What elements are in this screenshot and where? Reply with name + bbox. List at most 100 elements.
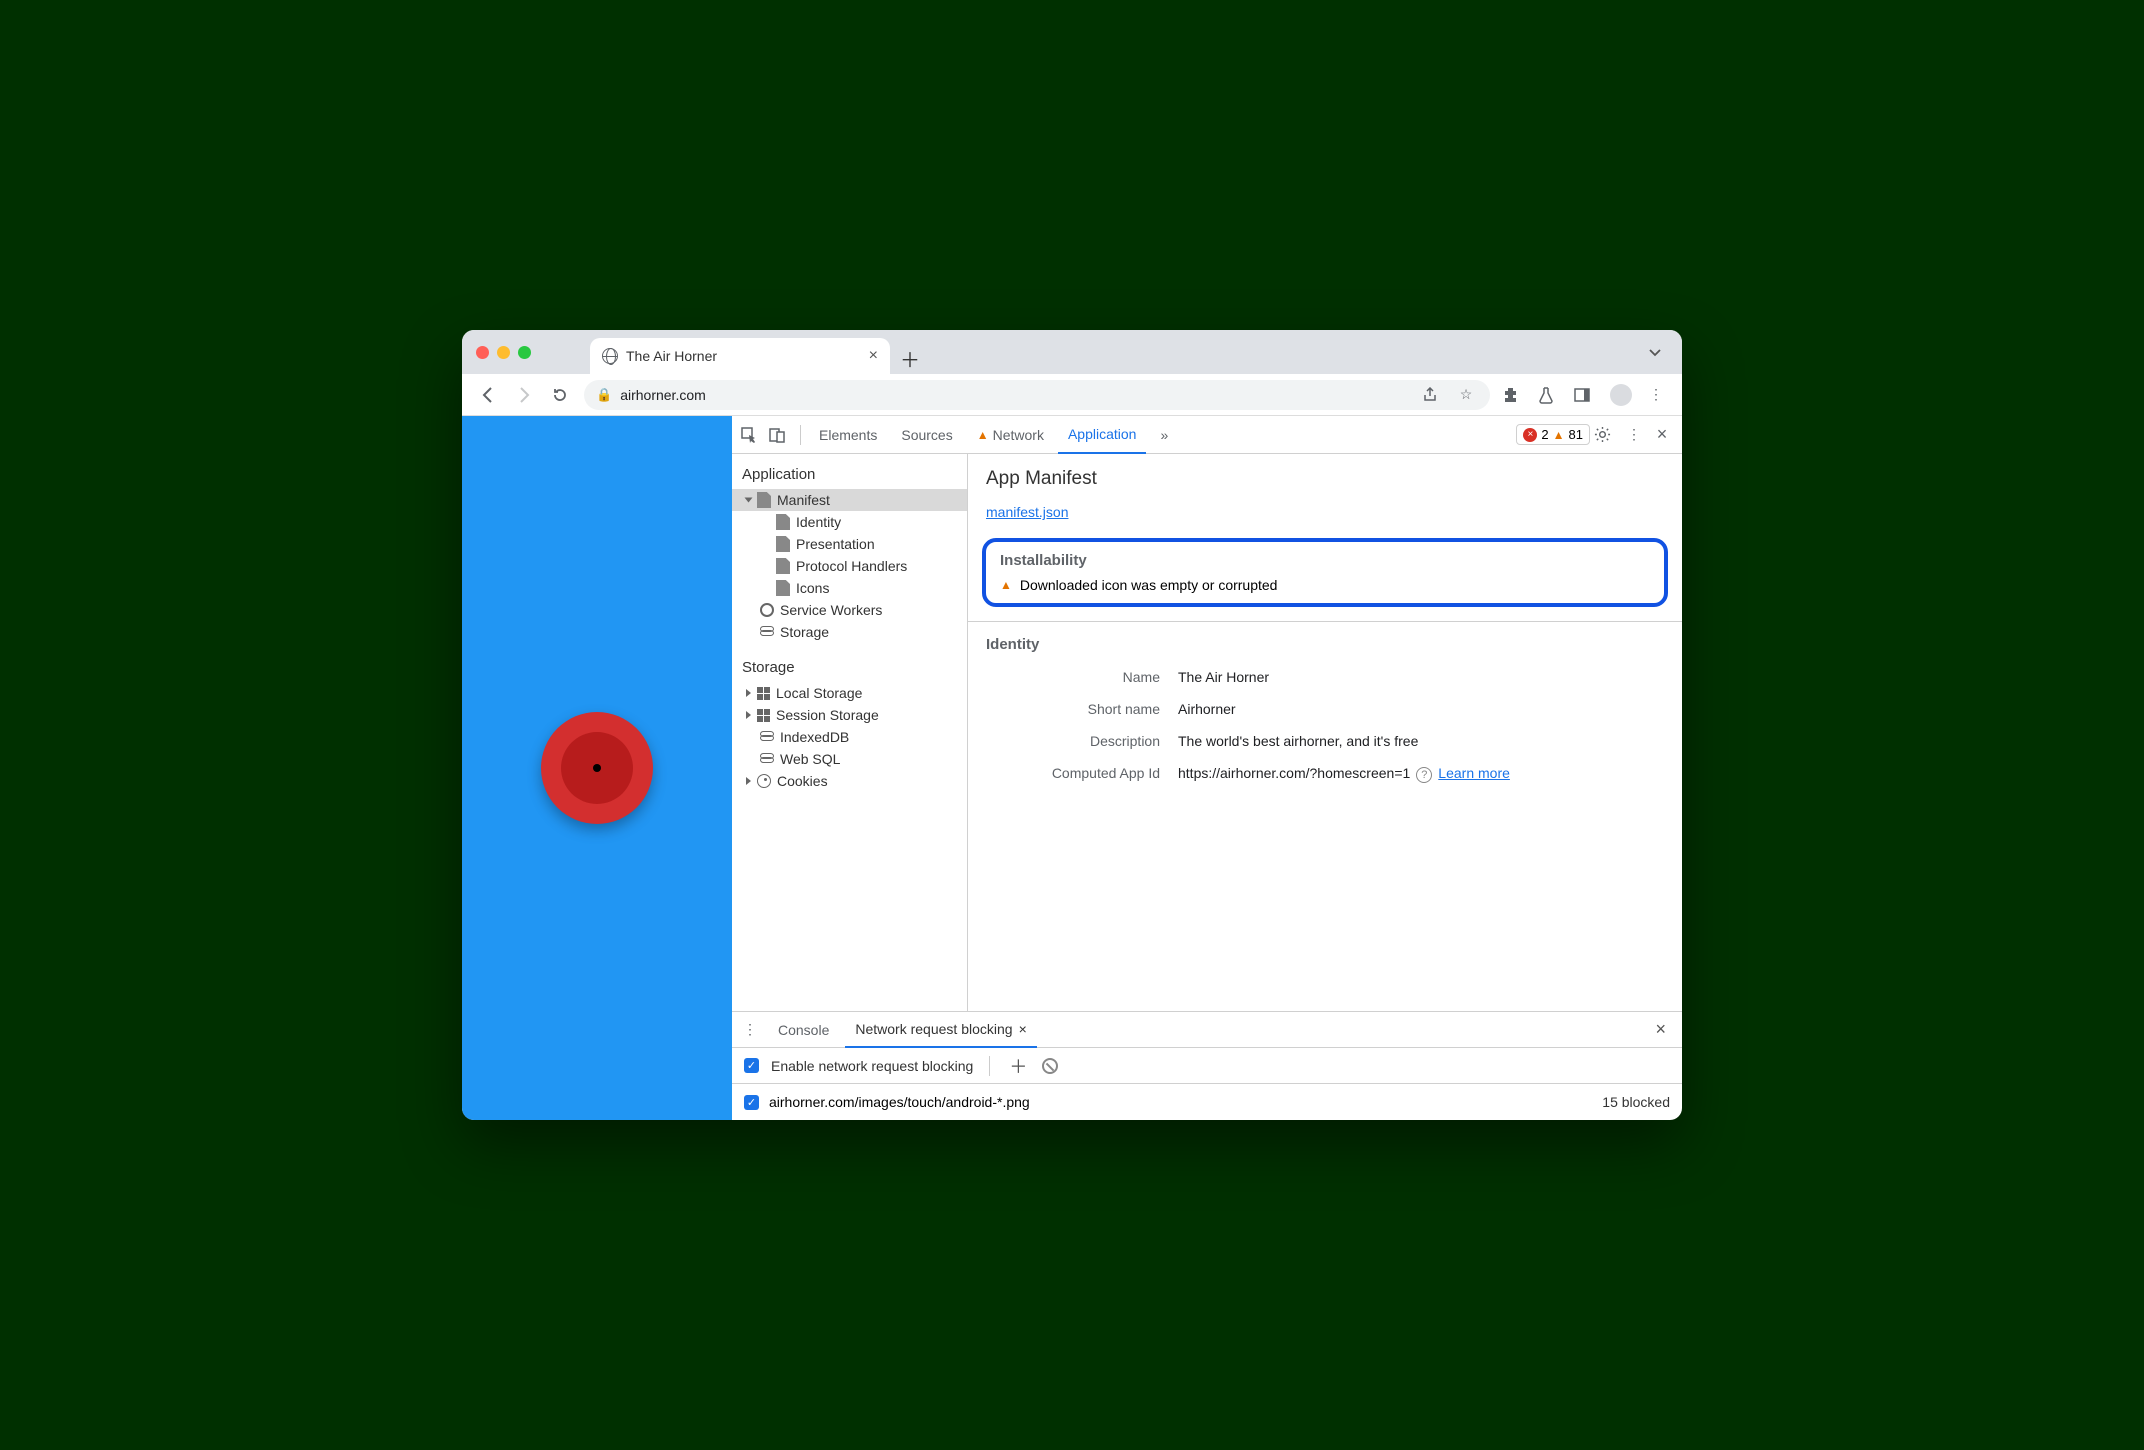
inspect-element-icon[interactable] [740,426,764,444]
devtools-body: Application Manifest Identity Presentati… [732,454,1682,1011]
chrome-menu-button[interactable]: ⋮ [1644,386,1668,403]
field-label-description: Description [986,733,1178,749]
lock-icon: 🔒 [596,387,612,403]
error-icon: × [1523,428,1537,442]
disclosure-triangle-icon [746,689,751,697]
help-icon[interactable]: ? [1416,767,1432,783]
close-drawer-button[interactable]: × [1645,1019,1676,1040]
drawer-toolbar: ✓ Enable network request blocking ＋ [732,1048,1682,1084]
devtools-menu-button[interactable]: ⋮ [1622,426,1646,443]
sidebar-item-storage[interactable]: Storage [732,621,967,643]
globe-icon [602,348,618,364]
field-value-name: The Air Horner [1178,669,1269,685]
field-value-app-id: https://airhorner.com/?homescreen=1?Lear… [1178,765,1510,783]
learn-more-link[interactable]: Learn more [1438,765,1510,781]
devtools-drawer: ⋮ Console Network request blocking× × ✓ … [732,1011,1682,1120]
remove-all-patterns-button[interactable] [1042,1058,1058,1074]
pattern-text: airhorner.com/images/touch/android-*.png [769,1094,1030,1110]
tab-network[interactable]: ▲Network [967,416,1054,454]
content-area: Elements Sources ▲Network Application » … [462,416,1682,1120]
drawer-menu-button[interactable]: ⋮ [738,1021,762,1038]
new-tab-button[interactable]: ＋ [900,344,920,373]
sidebar-item-manifest[interactable]: Manifest [732,489,967,511]
forward-button[interactable] [512,386,536,404]
sidebar-item-protocol-handlers[interactable]: Protocol Handlers [732,555,967,577]
identity-section: Identity NameThe Air Horner Short nameAi… [968,621,1682,805]
database-icon [760,626,774,638]
enable-blocking-checkbox[interactable]: ✓ [744,1058,759,1073]
warning-icon: ▲ [977,428,989,442]
close-devtools-button[interactable]: × [1650,424,1674,445]
storage-icon [757,709,770,722]
blocked-count: 15 blocked [1602,1094,1670,1110]
device-toolbar-icon[interactable] [768,426,792,444]
tab-sources[interactable]: Sources [891,416,962,454]
warning-icon: ▲ [1000,578,1012,592]
manifest-link[interactable]: manifest.json [986,504,1068,520]
close-window-button[interactable] [476,346,489,359]
add-pattern-button[interactable]: ＋ [1006,1053,1030,1079]
back-button[interactable] [476,386,500,404]
sidebar-item-identity[interactable]: Identity [732,511,967,533]
sidebar-item-session-storage[interactable]: Session Storage [732,704,967,726]
sidebar-item-icons[interactable]: Icons [732,577,967,599]
installability-message: Downloaded icon was empty or corrupted [1020,577,1278,593]
field-label-short-name: Short name [986,701,1178,717]
side-panel-icon[interactable] [1574,387,1598,403]
disclosure-triangle-icon [746,711,751,719]
drawer-tab-console[interactable]: Console [768,1012,839,1048]
block-pattern-row[interactable]: ✓ airhorner.com/images/touch/android-*.p… [732,1084,1682,1120]
devtools-panel: Elements Sources ▲Network Application » … [732,416,1682,1120]
issues-badge[interactable]: ×2 ▲81 [1516,424,1590,445]
labs-icon[interactable] [1538,386,1562,404]
field-value-short-name: Airhorner [1178,701,1236,717]
extensions-icon[interactable] [1502,386,1526,404]
tab-application[interactable]: Application [1058,416,1147,454]
field-label-name: Name [986,669,1178,685]
field-value-description: The world's best airhorner, and it's fre… [1178,733,1418,749]
share-icon[interactable] [1422,387,1446,403]
tab-title: The Air Horner [626,348,861,364]
devtools-tab-strip: Elements Sources ▲Network Application » … [732,416,1682,454]
settings-icon[interactable] [1594,426,1618,443]
page-viewport [462,416,732,1120]
reload-button[interactable] [548,386,572,404]
pattern-enabled-checkbox[interactable]: ✓ [744,1095,759,1110]
panel-heading: App Manifest [968,454,1682,504]
browser-tab[interactable]: The Air Horner × [590,338,890,374]
file-icon [776,580,790,596]
tabs-dropdown-button[interactable] [1648,345,1662,359]
sidebar-item-indexeddb[interactable]: IndexedDB [732,726,967,748]
profile-avatar[interactable] [1610,384,1632,406]
field-label-app-id: Computed App Id [986,765,1178,783]
storage-icon [757,687,770,700]
bookmark-icon[interactable]: ☆ [1454,386,1478,403]
sidebar-item-presentation[interactable]: Presentation [732,533,967,555]
sidebar-heading-application: Application [732,460,967,489]
omnibox[interactable]: 🔒 airhorner.com ☆ [584,380,1490,410]
gear-icon [760,603,774,617]
file-icon [776,558,790,574]
close-drawer-tab-button[interactable]: × [1019,1021,1027,1037]
sidebar-item-websql[interactable]: Web SQL [732,748,967,770]
sidebar-item-cookies[interactable]: Cookies [732,770,967,792]
sidebar-item-local-storage[interactable]: Local Storage [732,682,967,704]
minimize-window-button[interactable] [497,346,510,359]
cookie-icon [757,774,771,788]
more-tabs-button[interactable]: » [1150,416,1178,454]
maximize-window-button[interactable] [518,346,531,359]
sidebar-item-service-workers[interactable]: Service Workers [732,599,967,621]
tab-elements[interactable]: Elements [809,416,887,454]
application-sidebar: Application Manifest Identity Presentati… [732,454,968,1011]
file-icon [776,536,790,552]
installability-heading: Installability [1000,552,1650,569]
airhorn-button[interactable] [541,712,653,824]
enable-blocking-label: Enable network request blocking [771,1058,973,1074]
warning-icon: ▲ [1553,428,1565,442]
disclosure-triangle-icon [746,777,751,785]
drawer-tab-strip: ⋮ Console Network request blocking× × [732,1012,1682,1048]
drawer-tab-network-blocking[interactable]: Network request blocking× [845,1012,1036,1048]
browser-window: The Air Horner × ＋ 🔒 airhorner.com ☆ ⋮ [462,330,1682,1120]
close-tab-button[interactable]: × [869,347,878,365]
manifest-main-panel: App Manifest manifest.json Installabilit… [968,454,1682,1011]
